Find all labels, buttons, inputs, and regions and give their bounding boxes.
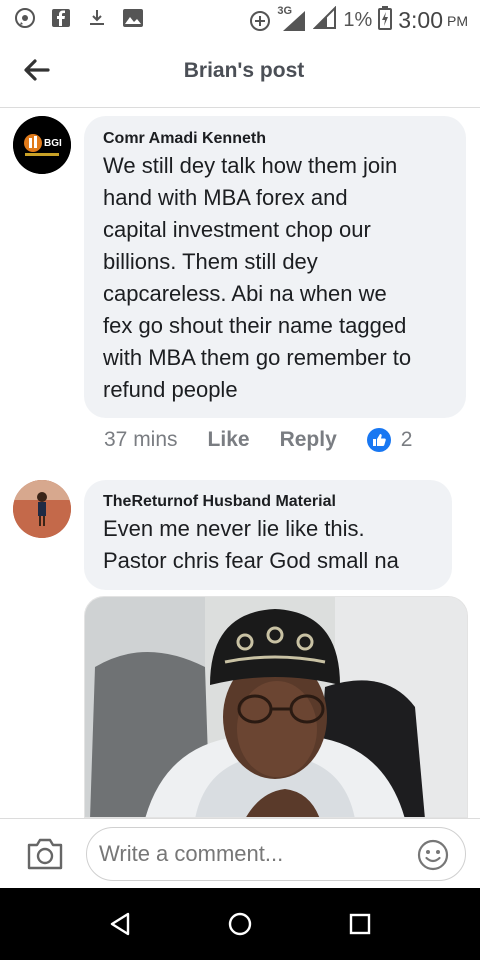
download-icon (86, 7, 108, 29)
comment-text: Even me never lie like this. Pastor chri… (103, 516, 399, 573)
page-title: Brian's post (183, 59, 305, 82)
comment-author[interactable]: Comr Amadi Kenneth (103, 130, 448, 148)
camera-icon[interactable] (26, 837, 64, 871)
nav-home-icon[interactable] (226, 910, 254, 938)
comment-composer: Write a comment... (0, 818, 480, 888)
avatar[interactable]: BGI (13, 116, 71, 174)
clock-ampm: PM (447, 12, 468, 29)
facebook-icon (50, 7, 72, 29)
comment-timestamp[interactable]: 37 mins (104, 428, 178, 452)
battery-percent: 1% (343, 9, 373, 31)
comment-actions: 37 mins Like Reply 2 (104, 428, 412, 452)
nav-recents-icon[interactable] (346, 910, 374, 938)
reaction-summary[interactable]: 2 (366, 428, 413, 452)
comment-input[interactable]: Write a comment... (86, 827, 466, 881)
comment-bubble[interactable]: Comr Amadi Kenneth We still dey talk how… (84, 116, 466, 418)
comment-photo[interactable] (84, 596, 468, 818)
status-bar: 3G 1% 3:00 PM (0, 0, 480, 38)
like-button[interactable]: Like (208, 428, 250, 452)
image-icon (122, 7, 144, 29)
emoji-icon[interactable] (417, 839, 449, 871)
battery-icon (378, 6, 393, 35)
avatar-logo-text: BGI (44, 138, 62, 149)
comment-input-placeholder: Write a comment... (99, 841, 284, 866)
avatar[interactable] (13, 480, 71, 538)
signal-icon (312, 5, 337, 35)
nav-back-icon[interactable] (106, 910, 134, 938)
thumbs-up-icon (366, 428, 391, 452)
data-saver-icon (249, 10, 271, 32)
reaction-count: 2 (400, 428, 413, 451)
system-nav-bar (0, 888, 480, 960)
whatsapp-icon (14, 7, 36, 29)
signal-3g-icon: 3G (277, 5, 307, 33)
post-header: Brian's post (0, 38, 480, 108)
comment-text: We still dey talk how them join hand wit… (103, 153, 412, 402)
comment-author[interactable]: TheReturnof Husband Material (103, 493, 434, 511)
comment-bubble[interactable]: TheReturnof Husband Material Even me nev… (84, 480, 452, 590)
clock-time: 3:00 (398, 7, 443, 33)
reply-button[interactable]: Reply (280, 428, 337, 452)
